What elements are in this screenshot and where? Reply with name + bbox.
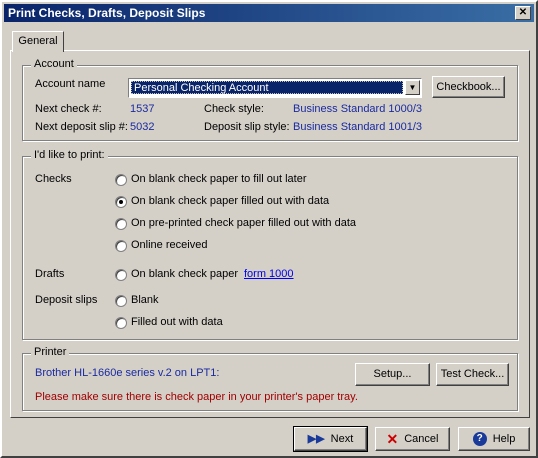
- check-option-blank-radio[interactable]: [115, 174, 127, 186]
- check-option-preprinted-label[interactable]: On pre-printed check paper filled out wi…: [131, 217, 356, 229]
- tab-general[interactable]: General: [12, 31, 64, 52]
- check-option-preprinted-radio[interactable]: [115, 218, 127, 230]
- next-check-value: 1537: [130, 103, 155, 115]
- account-group-label: Account: [31, 58, 77, 70]
- close-button[interactable]: ✕: [515, 6, 531, 20]
- help-button-label: Help: [492, 433, 516, 445]
- close-icon: ✕: [386, 431, 399, 448]
- deposit-option-blank-radio[interactable]: [115, 295, 127, 307]
- check-option-online-label[interactable]: Online received: [131, 239, 207, 251]
- test-check-button[interactable]: Test Check...: [436, 363, 509, 386]
- check-option-filled-label[interactable]: On blank check paper filled out with dat…: [131, 195, 329, 207]
- deposit-style-label: Deposit slip style:: [204, 121, 290, 133]
- next-deposit-label: Next deposit slip #:: [35, 121, 128, 133]
- drafts-label: Drafts: [35, 268, 65, 280]
- account-name-select[interactable]: Personal Checking Account ▼: [128, 78, 422, 98]
- selected-account: Personal Checking Account: [131, 81, 403, 94]
- checks-label: Checks: [35, 173, 72, 185]
- next-button[interactable]: ▶▶ Next: [293, 426, 368, 452]
- form-1000-link[interactable]: form 1000: [244, 268, 294, 280]
- check-option-online-radio[interactable]: [115, 240, 127, 252]
- cancel-button[interactable]: ✕ Cancel: [375, 427, 450, 451]
- printer-name: Brother HL-1660e series v.2 on LPT1:: [35, 367, 220, 379]
- cancel-button-label: Cancel: [404, 433, 439, 445]
- next-check-label: Next check #:: [35, 103, 102, 115]
- deposit-option-filled-radio[interactable]: [115, 317, 127, 329]
- check-option-blank-label[interactable]: On blank check paper to fill out later: [131, 173, 306, 185]
- title-bar[interactable]: Print Checks, Drafts, Deposit Slips ✕: [4, 4, 534, 22]
- check-style-value: Business Standard 1000/3: [293, 103, 423, 115]
- next-deposit-value: 5032: [130, 121, 155, 133]
- printer-group-label: Printer: [31, 346, 70, 358]
- deposit-option-filled-label[interactable]: Filled out with data: [131, 316, 223, 328]
- draft-option-radio[interactable]: [115, 269, 127, 281]
- setup-button[interactable]: Setup...: [355, 363, 430, 386]
- check-option-filled-radio[interactable]: [115, 196, 127, 208]
- print-group-label: I'd like to print:: [31, 149, 108, 161]
- checkbook-button[interactable]: Checkbook...: [432, 76, 505, 98]
- next-button-label: Next: [330, 433, 354, 445]
- deposit-slips-label: Deposit slips: [35, 294, 98, 306]
- deposit-style-value: Business Standard 1001/3: [293, 121, 423, 133]
- deposit-option-blank-label[interactable]: Blank: [131, 294, 159, 306]
- draft-option-label[interactable]: On blank check paper: [131, 268, 238, 280]
- account-name-label: Account name: [35, 78, 106, 90]
- check-style-label: Check style:: [204, 103, 264, 115]
- help-button[interactable]: ? Help: [458, 427, 530, 451]
- double-arrow-right-icon: ▶▶: [307, 433, 325, 446]
- help-icon: ?: [472, 432, 487, 447]
- chevron-down-icon[interactable]: ▼: [405, 80, 420, 95]
- window-title: Print Checks, Drafts, Deposit Slips: [8, 6, 206, 20]
- printer-warning: Please make sure there is check paper in…: [35, 391, 358, 403]
